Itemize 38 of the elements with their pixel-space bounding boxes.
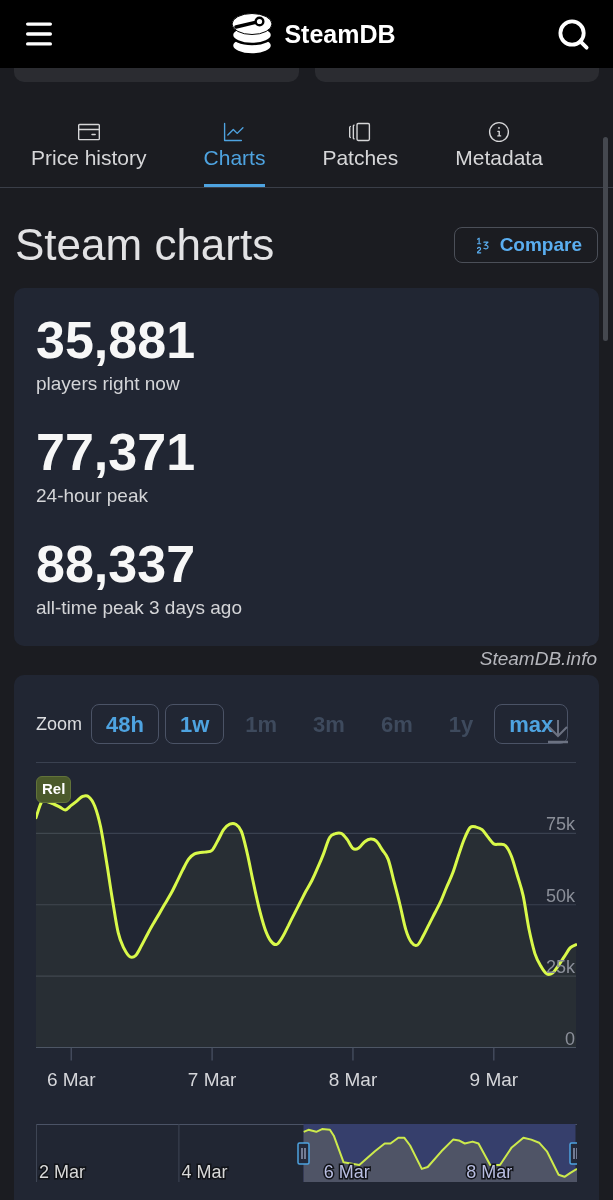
stat-label: all-time peak 3 days ago bbox=[36, 596, 242, 620]
navigator-date-label: 8 Mar bbox=[466, 1161, 513, 1182]
stat-value: 88,337 bbox=[36, 536, 196, 592]
x-axis-label: 7 Mar bbox=[187, 1069, 237, 1090]
y-axis-label: 50k bbox=[545, 885, 575, 906]
range-handle[interactable] bbox=[569, 1142, 577, 1165]
navigator-date-label: 6 Mar bbox=[323, 1161, 370, 1182]
x-axis-label: 8 Mar bbox=[328, 1069, 378, 1090]
tab[interactable]: Charts bbox=[203, 121, 266, 187]
section-title: Steam charts bbox=[15, 219, 275, 271]
range-handle[interactable] bbox=[297, 1142, 310, 1165]
info-icon bbox=[488, 121, 511, 143]
y-axis-label: 75k bbox=[545, 814, 575, 835]
logo-icon bbox=[230, 12, 275, 56]
zoom-range-button[interactable]: 1w bbox=[164, 704, 225, 744]
source-credit: SteamDB.info bbox=[479, 647, 597, 671]
stat-label: 24-hour peak bbox=[36, 484, 148, 508]
zoom-range-button[interactable]: max bbox=[494, 704, 569, 744]
compare-button[interactable]: Compare bbox=[453, 227, 598, 263]
credit-card-icon bbox=[77, 121, 100, 143]
tab[interactable]: Metadata bbox=[455, 121, 543, 187]
stat-value: 35,881 bbox=[36, 312, 196, 368]
site-title[interactable]: SteamDB bbox=[284, 19, 396, 49]
tab[interactable]: Patches bbox=[322, 121, 399, 187]
line-chart-icon bbox=[223, 121, 246, 143]
stat-label: players right now bbox=[36, 372, 180, 396]
stat-value: 77,371 bbox=[36, 424, 196, 480]
navigator-date-label: 2 Mar bbox=[39, 1161, 85, 1182]
y-axis-label: 0 bbox=[565, 1028, 575, 1049]
release-flag[interactable]: Rel bbox=[36, 776, 72, 803]
layered-cards-icon bbox=[349, 121, 372, 143]
x-axis-label: 9 Mar bbox=[469, 1069, 519, 1090]
tab[interactable]: Price history bbox=[31, 121, 147, 187]
x-axis-label: 6 Mar bbox=[46, 1069, 96, 1090]
navigator-date-label: 4 Mar bbox=[181, 1161, 228, 1182]
zoom-label: Zoom bbox=[36, 712, 82, 736]
zoom-range-button[interactable]: 48h bbox=[91, 704, 159, 744]
scrollbar-thumb[interactable] bbox=[603, 137, 608, 341]
